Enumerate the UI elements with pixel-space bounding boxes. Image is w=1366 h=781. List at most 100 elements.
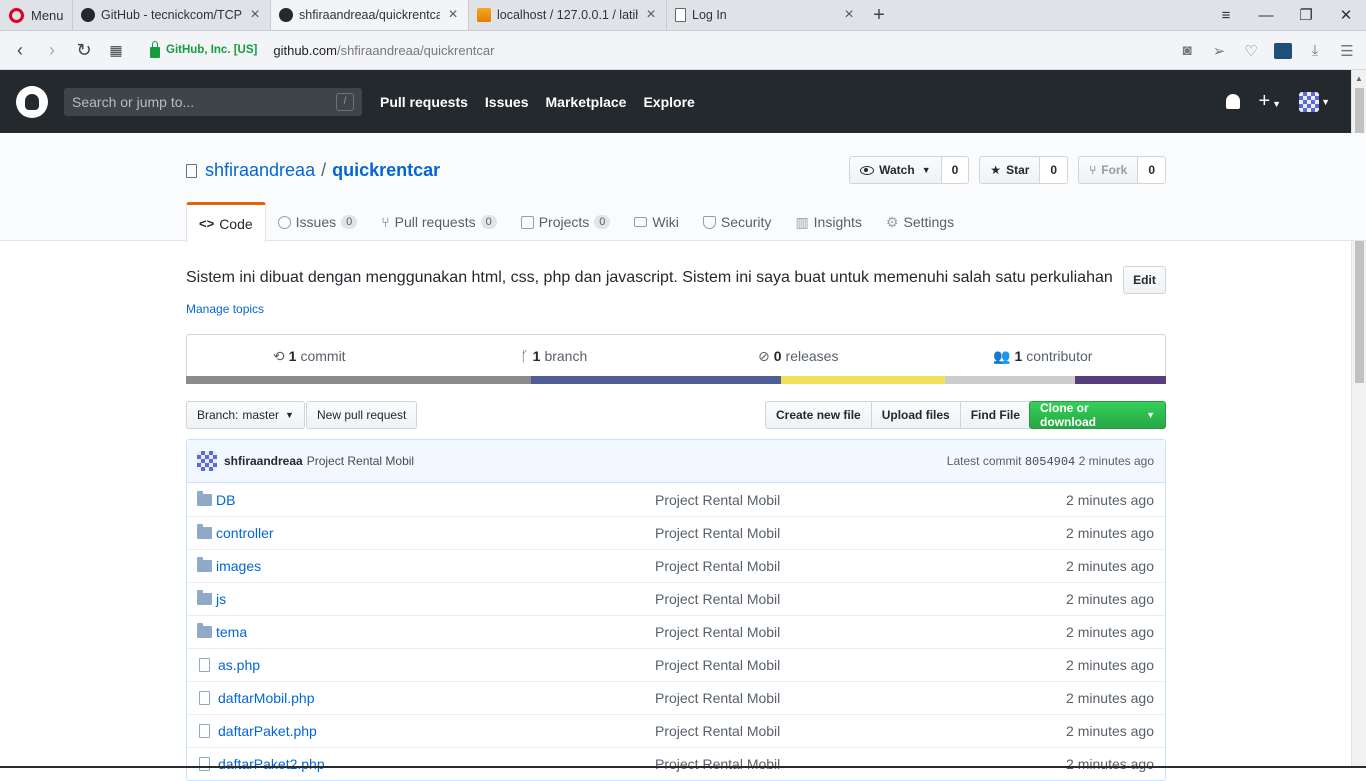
nav-pull-requests[interactable]: Pull requests xyxy=(380,94,468,110)
table-row: temaProject Rental Mobil2 minutes ago xyxy=(187,615,1165,648)
browser-tab[interactable]: localhost / 127.0.0.1 / latihan × xyxy=(468,0,666,30)
watch-label: Watch xyxy=(879,163,915,177)
window-close-icon[interactable]: ✕ xyxy=(1326,0,1366,30)
commit-sha[interactable]: 8054904 xyxy=(1025,455,1075,469)
language-bar[interactable] xyxy=(186,376,1166,384)
file-name-link[interactable]: js xyxy=(216,591,656,607)
scroll-up-icon[interactable]: ▲ xyxy=(1355,74,1363,83)
file-name-link[interactable]: images xyxy=(216,558,656,574)
table-row: imagesProject Rental Mobil2 minutes ago xyxy=(187,549,1165,582)
file-commit-message[interactable]: Project Rental Mobil xyxy=(655,690,780,706)
send-icon[interactable]: ➢ xyxy=(1210,42,1228,60)
close-icon[interactable]: × xyxy=(446,6,460,24)
restore-icon[interactable]: ❐ xyxy=(1286,0,1326,30)
file-commit-message[interactable]: Project Rental Mobil xyxy=(655,657,780,673)
close-icon[interactable]: × xyxy=(248,6,262,24)
tab-code[interactable]: <>Code xyxy=(186,202,266,243)
tab-menu-icon[interactable]: ≡ xyxy=(1206,0,1246,30)
browser-tab-active[interactable]: shfiraandreaa/quickrentcar × xyxy=(270,0,468,30)
file-icon xyxy=(199,757,210,771)
browser-tab[interactable]: Log In × xyxy=(666,0,864,30)
commit-message[interactable]: Project Rental Mobil xyxy=(307,454,414,468)
download-icon[interactable]: ⤓ xyxy=(1306,42,1324,59)
clone-download-button[interactable]: Clone or download▼ xyxy=(1029,401,1166,429)
tab-pull-requests[interactable]: ⑂Pull requests0 xyxy=(369,202,508,242)
file-commit-message[interactable]: Project Rental Mobil xyxy=(655,525,780,541)
tab-insights[interactable]: ▥Insights xyxy=(783,202,873,242)
url-field[interactable]: github.com/shfiraandreaa/quickrentcar xyxy=(273,43,494,58)
branch-select-button[interactable]: Branch:master▼ xyxy=(186,401,305,429)
file-list: shfiraandreaa Project Rental Mobil Lates… xyxy=(186,439,1166,781)
user-menu-dropdown[interactable]: ▼ xyxy=(1299,92,1330,112)
new-pull-request-button[interactable]: New pull request xyxy=(306,401,417,429)
security-badge[interactable]: GitHub, Inc. [US] xyxy=(150,44,257,56)
close-icon[interactable]: × xyxy=(644,6,658,24)
forward-icon[interactable]: › xyxy=(36,40,68,61)
find-file-button[interactable]: Find File xyxy=(960,401,1031,429)
file-commit-message[interactable]: Project Rental Mobil xyxy=(655,492,780,508)
language-segment[interactable] xyxy=(531,376,781,384)
commit-author[interactable]: shfiraandreaa xyxy=(224,454,303,468)
language-segment[interactable] xyxy=(781,376,945,384)
file-name-link[interactable]: daftarPaket.php xyxy=(218,723,658,739)
minimize-icon[interactable]: — xyxy=(1246,0,1286,30)
nav-explore[interactable]: Explore xyxy=(643,94,694,110)
file-commit-message[interactable]: Project Rental Mobil xyxy=(655,591,780,607)
latest-commit-prefix: Latest commit xyxy=(947,454,1022,468)
bell-icon[interactable] xyxy=(1226,94,1240,109)
file-age: 2 minutes ago xyxy=(1066,492,1154,508)
language-segment[interactable] xyxy=(186,376,531,384)
search-input[interactable]: Search or jump to... / xyxy=(64,88,362,116)
fork-button[interactable]: ⑂Fork xyxy=(1078,156,1138,184)
file-commit-message[interactable]: Project Rental Mobil xyxy=(655,756,780,772)
tab-projects[interactable]: Projects0 xyxy=(509,202,623,242)
repo-name-link[interactable]: quickrentcar xyxy=(332,160,440,181)
tab-settings[interactable]: ⚙Settings xyxy=(874,202,966,242)
upload-files-button[interactable]: Upload files xyxy=(871,401,961,429)
repo-owner-link[interactable]: shfiraandreaa xyxy=(205,160,315,181)
file-name-link[interactable]: DB xyxy=(216,492,656,508)
branches-label: branch xyxy=(544,348,587,364)
fork-count[interactable]: 0 xyxy=(1138,156,1166,184)
file-name-link[interactable]: daftarPaket2.php xyxy=(218,756,658,772)
tab-security[interactable]: Security xyxy=(691,202,784,242)
file-commit-message[interactable]: Project Rental Mobil xyxy=(655,723,780,739)
file-name-link[interactable]: as.php xyxy=(218,657,658,673)
search-placeholder: Search or jump to... xyxy=(72,94,194,110)
nav-issues[interactable]: Issues xyxy=(485,94,529,110)
language-segment[interactable] xyxy=(945,376,1075,384)
manage-topics-link[interactable]: Manage topics xyxy=(186,302,264,316)
easy-setup-icon[interactable]: ☰ xyxy=(1338,42,1356,60)
folder-icon xyxy=(197,593,212,605)
tab-wiki[interactable]: Wiki xyxy=(622,202,690,242)
file-name-link[interactable]: tema xyxy=(216,624,656,640)
heart-icon[interactable]: ♡ xyxy=(1242,42,1260,60)
file-commit-message[interactable]: Project Rental Mobil xyxy=(655,558,780,574)
opera-menu-button[interactable]: Menu xyxy=(0,0,72,30)
create-new-file-button[interactable]: Create new file xyxy=(765,401,872,429)
avatar[interactable] xyxy=(197,451,217,471)
speed-dial-icon[interactable]: ▦ xyxy=(100,42,132,59)
back-icon[interactable]: ‹ xyxy=(4,40,36,61)
edit-description-button[interactable]: Edit xyxy=(1123,266,1166,294)
new-tab-button[interactable]: + xyxy=(864,0,894,30)
nav-marketplace[interactable]: Marketplace xyxy=(546,94,627,110)
file-name-link[interactable]: controller xyxy=(216,525,656,541)
watch-button[interactable]: Watch▼ xyxy=(849,156,941,184)
close-icon[interactable]: × xyxy=(842,6,856,24)
releases-label: releases xyxy=(786,348,839,364)
star-button[interactable]: ★Star xyxy=(979,156,1040,184)
browser-tab[interactable]: GitHub - tecnickcom/TCPDF × xyxy=(72,0,270,30)
extension-icon[interactable] xyxy=(1274,43,1292,59)
camera-icon[interactable]: ◙ xyxy=(1178,42,1196,59)
language-segment[interactable] xyxy=(1075,376,1166,384)
file-name-link[interactable]: daftarMobil.php xyxy=(218,690,658,706)
watch-count[interactable]: 0 xyxy=(942,156,970,184)
github-logo-icon[interactable] xyxy=(16,86,48,118)
tab-issues[interactable]: Issues0 xyxy=(266,202,370,242)
create-new-dropdown[interactable]: +▼ xyxy=(1258,90,1281,113)
star-group: ★Star 0 xyxy=(979,156,1068,184)
file-commit-message[interactable]: Project Rental Mobil xyxy=(655,624,780,640)
star-count[interactable]: 0 xyxy=(1040,156,1068,184)
reload-icon[interactable]: ↻ xyxy=(68,40,100,61)
